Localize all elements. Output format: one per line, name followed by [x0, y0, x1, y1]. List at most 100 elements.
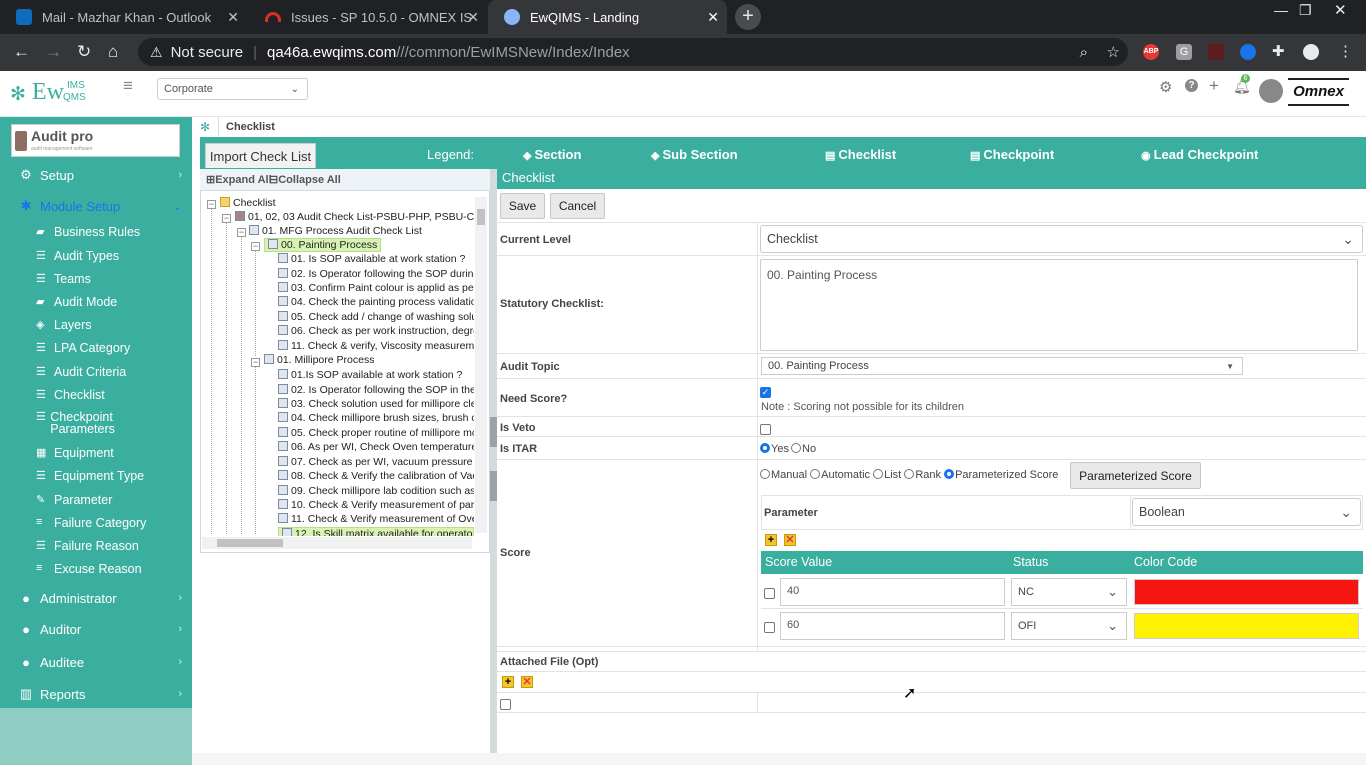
tree-node-checkpoint[interactable]: 12. Is Skill matrix available for operat…	[278, 527, 474, 536]
sidebar-subitem-equipment[interactable]: ▦ Equipment	[36, 446, 114, 460]
tree-node-checkpoint[interactable]: 05. Check proper routine of millipore mc	[278, 427, 474, 439]
collapse-toggle[interactable]: −	[251, 242, 260, 251]
score-mode-parameterized[interactable]: Parameterized Score	[944, 469, 1058, 481]
current-level-select[interactable]: Checklist ⌄	[760, 225, 1363, 253]
address-bar[interactable]: ⚠ Not secure | qa46a.ewqims.com///common…	[138, 38, 1128, 66]
tree-node-checkpoint[interactable]: 03. Confirm Paint colour is applid as pe…	[278, 282, 474, 294]
sidebar-subitem-lpa-category[interactable]: ☰ LPA Category	[36, 341, 130, 355]
sidebar-item-auditee[interactable]: ● Auditee ›	[0, 654, 192, 670]
sidebar-item-reports[interactable]: ▥ Reports ›	[0, 686, 192, 702]
tree-node-subsection[interactable]: 01. MFG Process Audit Check List	[249, 225, 422, 237]
score-color-swatch[interactable]	[1134, 613, 1359, 639]
score-row-checkbox[interactable]	[764, 622, 775, 633]
add-file-icon[interactable]: +	[502, 676, 514, 688]
need-score-checkbox[interactable]: ✓	[760, 387, 771, 398]
sidebar-subitem-parameter[interactable]: ✎ Parameter	[36, 493, 112, 507]
close-icon[interactable]: ✕	[707, 9, 719, 26]
module-logo[interactable]: Audit pro audit management software	[11, 124, 180, 157]
save-button[interactable]: Save	[500, 193, 545, 219]
zoom-icon[interactable]: ⌕	[1080, 44, 1088, 61]
expand-all-button[interactable]: ⊞Expand All	[206, 173, 272, 186]
score-value-input[interactable]: 40	[780, 578, 1005, 606]
sidebar-subitem-failure-reason[interactable]: ☰ Failure Reason	[36, 539, 139, 553]
sidebar-subitem-audit-mode[interactable]: ▰ Audit Mode	[36, 295, 117, 309]
help-icon[interactable]: ?	[1185, 79, 1198, 92]
tree-vertical-scrollbar[interactable]	[475, 197, 487, 533]
panel-splitter[interactable]	[490, 169, 497, 753]
delete-file-icon[interactable]: ✕	[521, 676, 533, 688]
tree-node-checkpoint[interactable]: 05. Check add / change of washing soluti	[278, 311, 474, 323]
tree-node-checklist-selected[interactable]: 00. Painting Process	[264, 238, 382, 252]
sidebar-subitem-checklist[interactable]: ☰ Checklist	[36, 388, 105, 402]
puzzle-icon[interactable]: ✚	[1272, 44, 1288, 60]
tree-node-checkpoint[interactable]: 09. Check millipore lab codition such as…	[278, 485, 474, 497]
sidebar-subitem-teams[interactable]: ☰ Teams	[36, 272, 91, 286]
profile-icon[interactable]	[1303, 44, 1319, 60]
ewqims-logo[interactable]: ✻ Ew IMS QMS	[10, 77, 100, 109]
sidebar-item-module-setup[interactable]: ✱ Module Setup ⌄	[0, 198, 192, 214]
pdf-extension-icon[interactable]	[1208, 44, 1224, 60]
window-close-icon[interactable]: ✕	[1334, 1, 1347, 19]
sidebar-subitem-audit-types[interactable]: ☰ Audit Types	[36, 249, 119, 263]
tree-node-checkpoint[interactable]: 06. As per WI, Check Oven temperature t	[278, 441, 474, 453]
browser-tab-ewqims[interactable]: EwQIMS - Landing ✕	[488, 0, 727, 34]
scrollbar-thumb[interactable]	[477, 209, 485, 225]
collapse-all-button[interactable]: ⊟Collapse All	[269, 173, 341, 186]
score-mode-manual[interactable]: Manual	[760, 469, 807, 481]
sidebar-subitem-excuse-reason[interactable]: ≡ Excuse Reason	[36, 562, 142, 576]
tree-node-checkpoint[interactable]: 04. Check the painting process validatio…	[278, 296, 474, 308]
tree-node-checkpoint[interactable]: 11. Check & verify, Viscosity measuremer	[278, 340, 474, 352]
close-icon[interactable]: ✕	[227, 9, 239, 26]
extension-circle-icon[interactable]	[1240, 44, 1256, 60]
collapse-toggle[interactable]: −	[237, 228, 246, 237]
forward-icon[interactable]: →	[45, 42, 62, 62]
tree-node-checkpoint[interactable]: 01.Is SOP available at work station ?	[278, 369, 474, 381]
site-select[interactable]: Corporate ⌄	[157, 78, 308, 100]
score-row-checkbox[interactable]	[764, 588, 775, 599]
settings-gear-icon[interactable]: ⚙	[1159, 78, 1172, 96]
restore-icon[interactable]: ❐	[1299, 2, 1312, 19]
score-status-select[interactable]: NC ⌄	[1011, 578, 1127, 606]
bookmark-star-icon[interactable]: ☆	[1107, 43, 1120, 61]
tree-node-checkpoint[interactable]: 04. Check millipore brush sizes, brush c…	[278, 412, 474, 424]
sidebar-item-auditor[interactable]: ● Auditor ›	[0, 621, 192, 637]
audit-topic-select[interactable]: 00. Painting Process ▼	[761, 357, 1243, 375]
score-mode-list[interactable]: List	[873, 469, 901, 481]
tree-node-checkpoint[interactable]: 02. Is Operator following the SOP in the…	[278, 384, 474, 396]
grammarly-icon[interactable]: G	[1176, 44, 1192, 60]
sidebar-subitem-business-rules[interactable]: ▰ Business Rules	[36, 225, 140, 239]
itar-yes-radio[interactable]: Yes	[760, 443, 789, 455]
browser-tab-issues[interactable]: Issues - SP 10.5.0 - OMNEX ISSUE ✕	[249, 0, 487, 34]
tree-node-checkpoint[interactable]: 02. Is Operator following the SOP during	[278, 268, 474, 280]
scrollbar-thumb[interactable]	[217, 539, 283, 547]
adblock-icon[interactable]: ABP	[1143, 44, 1159, 60]
back-icon[interactable]: ←	[13, 42, 30, 62]
tree-horizontal-scrollbar[interactable]	[202, 537, 472, 549]
close-icon[interactable]: ✕	[467, 9, 479, 26]
collapse-toggle[interactable]: −	[251, 358, 260, 367]
score-mode-automatic[interactable]: Automatic	[810, 469, 870, 481]
tree-node-checkpoint[interactable]: 11. Check & Verify measurement of Over	[278, 513, 474, 525]
parameterized-score-button[interactable]: Parameterized Score	[1070, 462, 1201, 489]
sidebar-subitem-checkpoint-parameters[interactable]: ☰ Checkpoint Parameters	[36, 411, 146, 436]
minimize-icon[interactable]: —	[1274, 2, 1288, 18]
collapse-toggle[interactable]: −	[207, 200, 216, 209]
menu-kebab-icon[interactable]: ⋮	[1338, 44, 1354, 60]
score-status-select[interactable]: OFI ⌄	[1011, 612, 1127, 640]
tree-node-checkpoint[interactable]: 07. Check as per WI, vacuum pressure w	[278, 456, 474, 468]
statutory-textarea[interactable]: 00. Painting Process	[760, 259, 1358, 351]
import-checklist-button[interactable]: Import Check List	[205, 143, 316, 168]
new-tab-button[interactable]: +	[735, 4, 761, 30]
tree-node-checkpoint[interactable]: 06. Check as per work instruction, degre…	[278, 325, 474, 337]
delete-score-icon[interactable]: ✕	[784, 534, 796, 546]
tree-node-root[interactable]: Checklist	[220, 197, 276, 209]
tree-node-checklist[interactable]: 01. Millipore Process	[264, 354, 374, 366]
tree-node-checkpoint[interactable]: 08. Check & Verify the calibration of Va…	[278, 470, 474, 482]
tree-node-checkpoint[interactable]: 10. Check & Verify measurement of parti	[278, 499, 474, 511]
browser-tab-outlook[interactable]: Mail - Mazhar Khan - Outlook ✕	[0, 0, 247, 34]
sidebar-item-setup[interactable]: ⚙ Setup ›	[0, 167, 192, 183]
sidebar-subitem-equipment-type[interactable]: ☰ Equipment Type	[36, 469, 144, 483]
home-flower-icon[interactable]: ✻	[200, 120, 210, 134]
sidebar-subitem-audit-criteria[interactable]: ☰ Audit Criteria	[36, 365, 126, 379]
home-icon[interactable]: ⌂	[108, 42, 118, 62]
